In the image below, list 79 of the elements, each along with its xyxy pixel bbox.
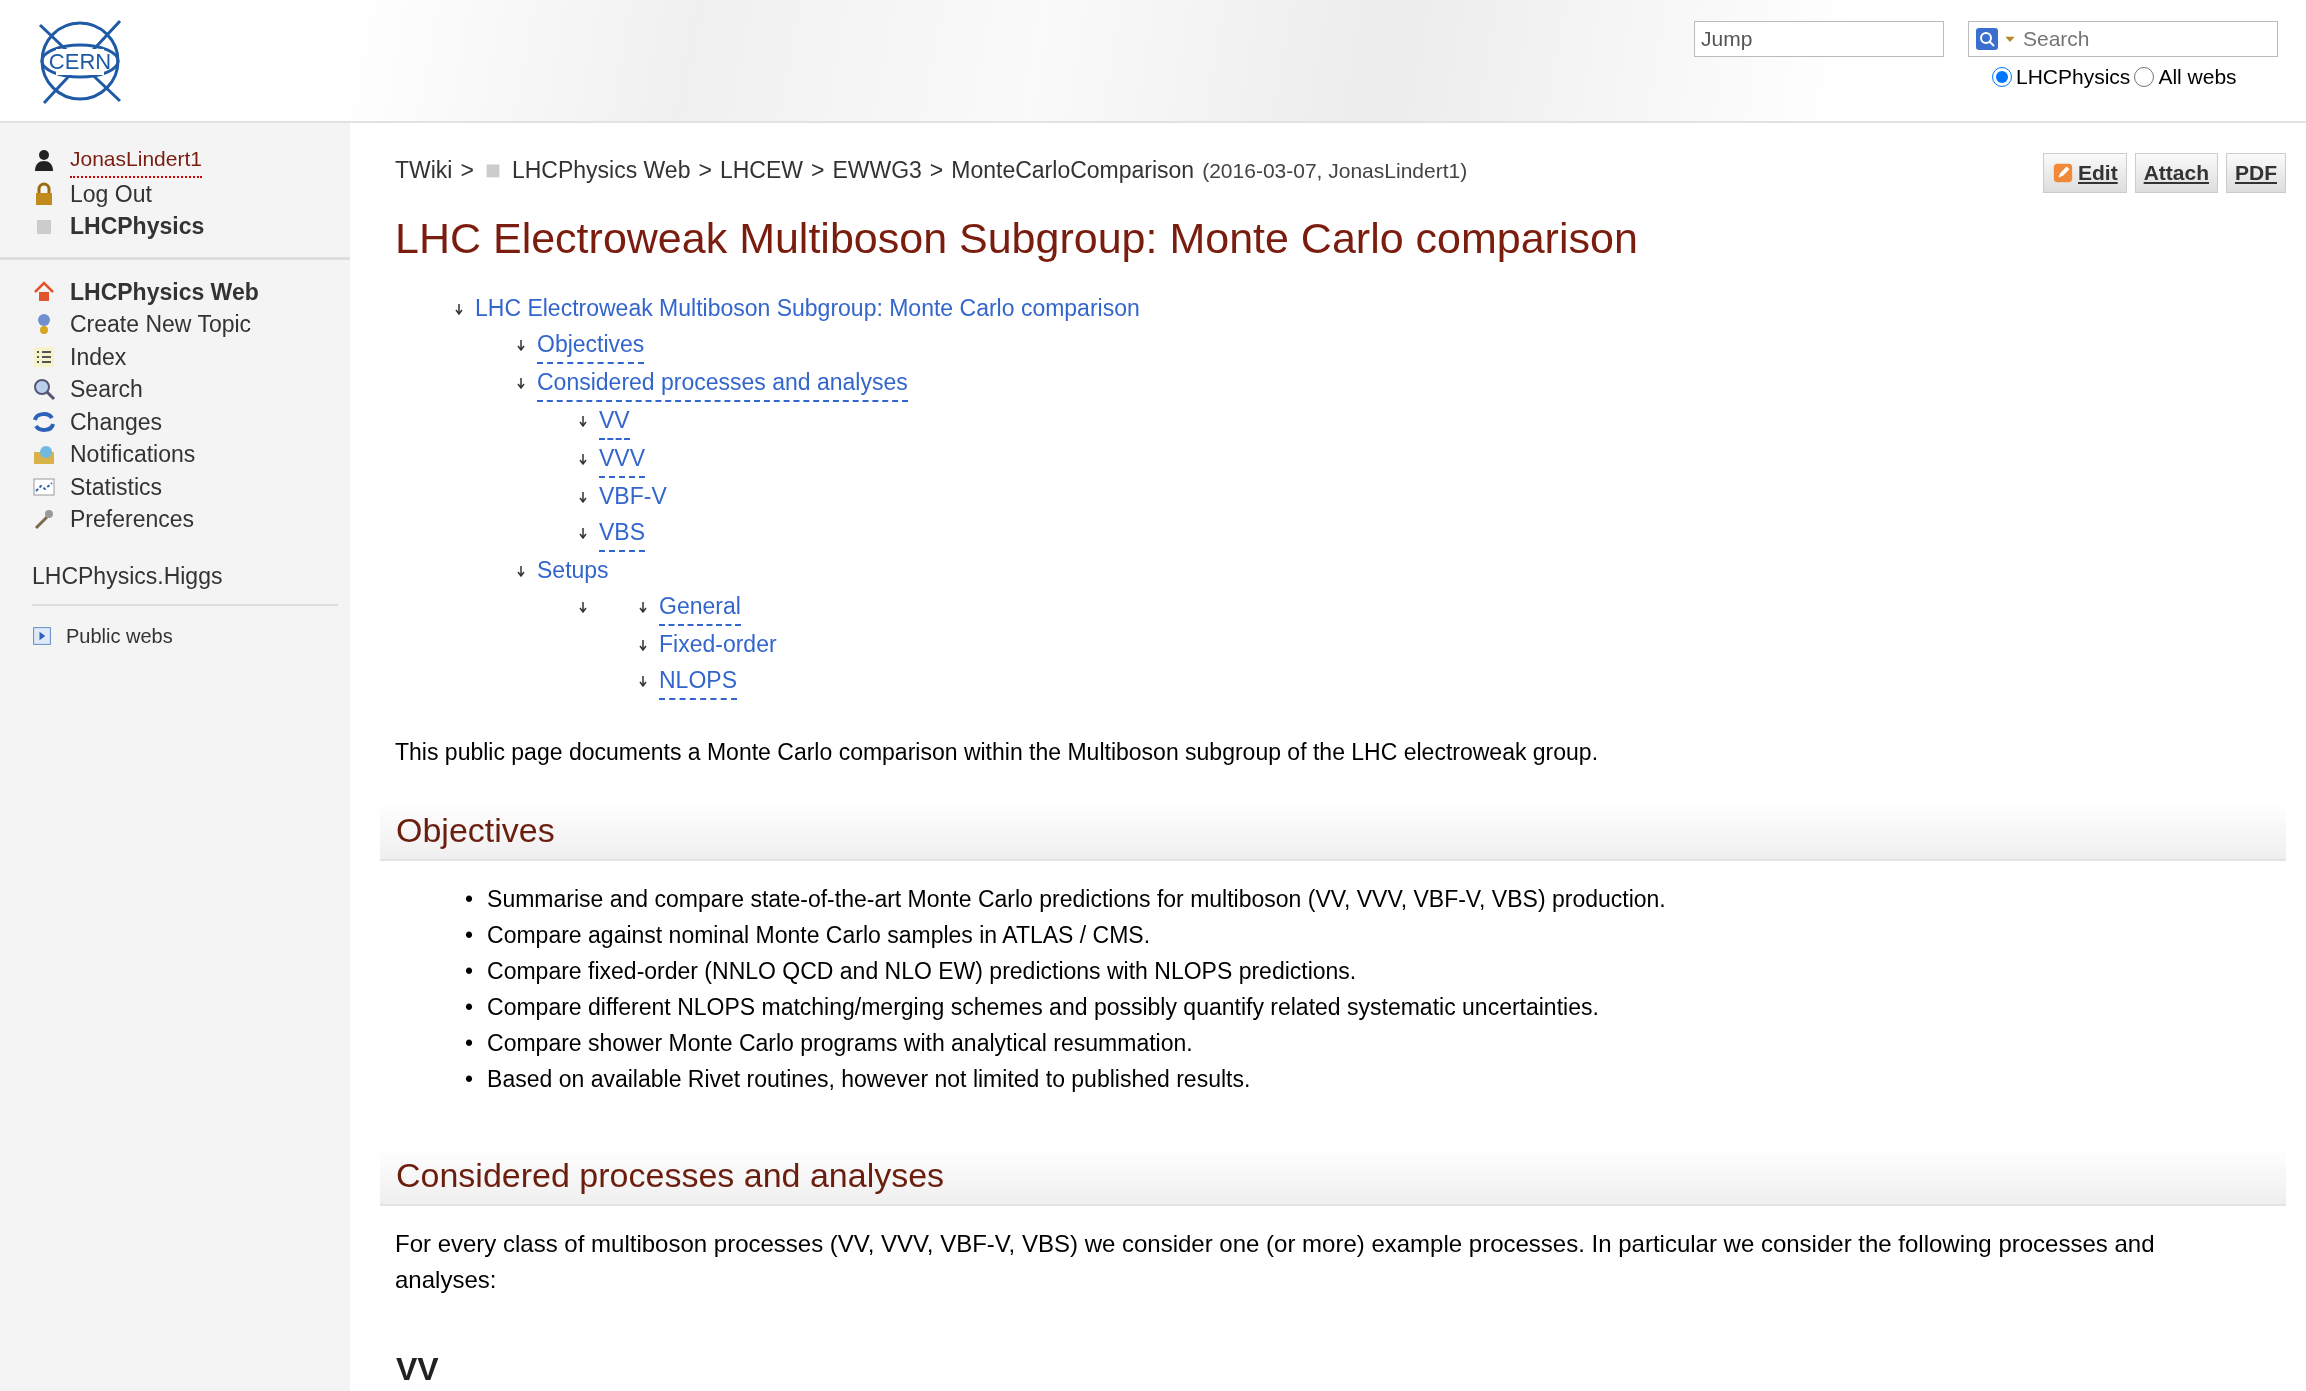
sidebar-link[interactable]: JonasLindert1 [32, 143, 338, 178]
down-arrow-icon [639, 675, 647, 688]
bullet-marker: • [465, 956, 474, 986]
down-arrow-icon [639, 601, 647, 614]
bullet-marker: • [465, 992, 474, 1022]
search-box[interactable]: Search [1968, 20, 2278, 57]
sidebar-link[interactable]: LHCPhysics [32, 210, 338, 243]
down-arrow-icon [517, 339, 525, 352]
breadcrumb-link[interactable]: EWWG3 [832, 153, 922, 188]
radio-label[interactable]: LHCPhysics [2016, 60, 2131, 93]
search-icon [32, 377, 56, 402]
bullet-marker: • [465, 1028, 474, 1058]
intro-text: This public page documents a Monte Carlo comparison within the Multiboson subgroup of the LHC electroweak group. [395, 738, 1600, 768]
toc-link[interactable]: Setups [537, 552, 609, 589]
revision-text: (2016-03-07, JonasLindert1) [1202, 157, 1468, 184]
bullet-item: Compare against nominal Monte Carlo samples in ATLAS / CMS. [487, 920, 1151, 950]
sidebar-link[interactable]: Create New Topic [32, 308, 338, 341]
down-arrow-icon [517, 565, 525, 578]
sidebar-link[interactable]: Search [32, 373, 338, 406]
user-icon [32, 148, 56, 173]
toc-link[interactable]: VV [599, 402, 630, 441]
toc-link[interactable]: General [659, 588, 741, 627]
breadcrumb-link[interactable]: MonteCarloComparison [951, 153, 1195, 188]
breadcrumb-link[interactable]: LHCEW [719, 153, 803, 188]
separator-text: > [460, 156, 474, 185]
refresh-icon [32, 409, 56, 434]
jump-field[interactable]: Jump [1694, 20, 1944, 57]
list-icon [32, 344, 56, 369]
bullet-item: Compare fixed-order (NNLO QCD and NLO EW) predictions with NLOPS predictions. [487, 956, 1357, 986]
toc-link[interactable]: Considered processes and analyses [537, 364, 908, 403]
separator-text: > [929, 156, 944, 185]
toc-link[interactable]: VBF-V [599, 478, 667, 515]
sidebar-link[interactable]: Public webs [32, 620, 338, 653]
sidebar-link[interactable]: Index [32, 340, 338, 373]
down-arrow-icon [579, 491, 587, 504]
wrench-icon [32, 507, 56, 532]
bullet-marker: • [465, 1064, 474, 1094]
page-title: LHC Electroweak Multiboson Subgroup: Monte Carlo comparison [395, 212, 1639, 264]
sidebar-link[interactable]: Preferences [32, 503, 338, 536]
down-arrow-icon [639, 639, 647, 652]
bullet-marker: • [465, 920, 474, 950]
sidebar-link[interactable]: LHCPhysics Web [32, 275, 338, 308]
bullet-item: Compare different NLOPS matching/merging schemes and possibly quantify related systematic uncertainties. [487, 992, 1599, 1022]
down-arrow-icon [455, 303, 463, 316]
toc-link[interactable]: NLOPS [659, 662, 737, 701]
subsection-heading: VV [380, 1343, 2286, 1391]
play-icon [32, 626, 52, 647]
search-icon [1975, 26, 1999, 51]
separator-text: > [810, 156, 825, 185]
toc-link[interactable]: VBS [599, 514, 646, 553]
home-icon [32, 279, 56, 304]
toc-link[interactable]: Objectives [537, 326, 645, 365]
down-arrow-icon [579, 527, 587, 540]
down-arrow-icon [517, 377, 525, 390]
toc-link[interactable]: Fixed-order [659, 626, 777, 663]
sidebar-link[interactable]: Changes [32, 405, 338, 438]
toc-link[interactable]: LHC Electroweak Multiboson Subgroup: Monte Carlo comparison [475, 290, 1140, 327]
breadcrumb-link[interactable]: TWiki [395, 153, 453, 188]
action-button[interactable]: Attach [2134, 153, 2218, 193]
bullet-marker: • [465, 884, 474, 914]
web-link[interactable]: LHCPhysics.Higgs [32, 559, 338, 592]
action-button[interactable]: PDF [2226, 153, 2286, 193]
radio-button[interactable] [1992, 66, 2012, 87]
breadcrumb-link[interactable]: LHCPhysics Web [511, 153, 691, 188]
toc-link[interactable]: VVV [599, 440, 646, 479]
sidebar-link[interactable]: Statistics [32, 470, 338, 503]
radio-button[interactable] [2134, 66, 2155, 87]
sidebar-link[interactable]: Log Out [32, 177, 338, 210]
separator-text: > [698, 156, 712, 185]
down-arrow-icon [579, 415, 587, 428]
bullet-item: Based on available Rivet routines, however not limited to published results. [487, 1064, 1251, 1094]
bullet-item: Summarise and compare state-of-the-art Monte Carlo predictions for multiboson (VV, VVV, VBF-V, VBS) production. [487, 884, 1666, 914]
radio-label[interactable]: All webs [2158, 60, 2237, 93]
action-button[interactable]: Edit [2043, 153, 2127, 193]
bullet-item: Compare shower Monte Carlo programs with analytical resummation. [487, 1028, 1193, 1058]
down-arrow-icon [579, 601, 587, 614]
section-text: For every class of multiboson processes (VV, VVV, VBF-V, VBS) we consider one (or more) example processes. In particular we consider the following processes and analyses: [395, 1228, 2156, 1295]
sidebar-link[interactable]: Notifications [32, 438, 338, 471]
down-arrow-icon [579, 453, 587, 466]
